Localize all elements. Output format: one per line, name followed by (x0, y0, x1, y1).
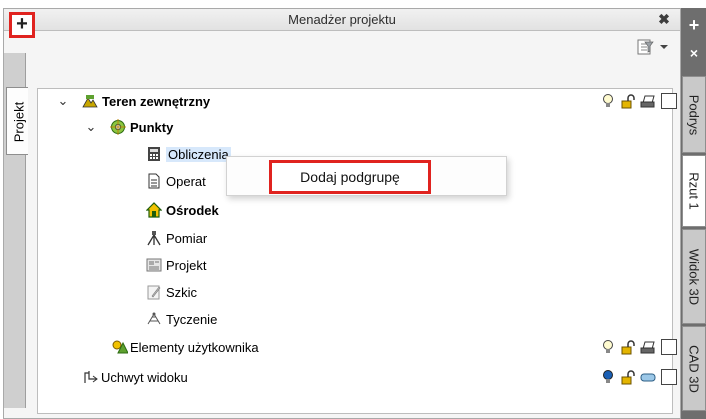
sketch-icon (146, 284, 162, 300)
visibility-checkbox[interactable] (661, 369, 677, 385)
chevron-down-icon[interactable]: ⌄ (84, 120, 98, 134)
tree-label: Obliczenia (166, 146, 231, 162)
view-handle-icon (83, 369, 99, 385)
unlock-icon[interactable] (620, 339, 636, 355)
visibility-checkbox[interactable] (661, 93, 677, 109)
document-icon (146, 173, 162, 189)
calculator-icon (146, 146, 162, 162)
tree-label: Szkic (166, 284, 198, 300)
tab-projekt[interactable]: Projekt (6, 87, 28, 155)
project-tree: ⌄ Teren zewnętrzny ⌄ Punkty Obliczenia O… (37, 88, 677, 414)
row-controls (600, 366, 677, 388)
close-icon[interactable]: × (684, 43, 704, 63)
tab-projekt-label: Projekt (11, 101, 27, 143)
chevron-down-icon[interactable]: ⌄ (56, 94, 70, 108)
tree-label: Tyczenie (166, 311, 218, 327)
tab-label: Rzut 1 (686, 172, 702, 210)
title-bar[interactable]: |‹›| Menadżer projektu ✖ (4, 9, 680, 31)
tab-label: Widok 3D (686, 248, 702, 305)
bulb-on-icon[interactable] (600, 369, 616, 385)
tree-label: Elementy użytkownika (130, 339, 259, 355)
tree-node-operat[interactable]: Operat (146, 170, 206, 192)
user-elements-icon (112, 339, 128, 355)
tab-cad-3d[interactable]: CAD 3D (682, 326, 706, 411)
panel-title: Menadżer projektu (288, 12, 396, 27)
menu-item-add-subgroup[interactable]: Dodaj podgrupę (269, 160, 431, 194)
tree-label: Punkty (130, 119, 174, 135)
context-menu: Dodaj podgrupę (226, 156, 507, 196)
tab-label: Podrys (686, 94, 702, 135)
add-group-button[interactable]: + (9, 12, 35, 38)
tree-node-elementy[interactable]: Elementy użytkownika (112, 336, 259, 358)
tree-node-osrodek[interactable]: Ośrodek (146, 199, 219, 221)
tree-node-tyczenie[interactable]: Tyczenie (146, 308, 217, 330)
tripod-icon (146, 230, 162, 246)
tab-widok-3d[interactable]: Widok 3D (682, 229, 706, 324)
filter-dropdown-button[interactable] (636, 37, 672, 57)
tree-node-pomiar[interactable]: Pomiar (146, 227, 207, 249)
bulb-icon[interactable] (600, 93, 616, 109)
printer-icon[interactable] (640, 93, 656, 109)
tab-podrys[interactable]: Podrys (682, 76, 706, 153)
row-controls (600, 336, 677, 358)
plus-icon[interactable]: + (684, 15, 704, 35)
tree-node-obliczenia[interactable]: Obliczenia (146, 143, 231, 165)
row-controls (600, 90, 677, 112)
tree-label: Pomiar (166, 230, 208, 246)
home-icon (146, 202, 162, 218)
terrain-layer-icon (82, 93, 98, 109)
tree-node-projekt[interactable]: Projekt (146, 254, 206, 276)
visibility-checkbox[interactable] (661, 339, 677, 355)
tab-rzut-1[interactable]: Rzut 1 (682, 155, 706, 227)
eraser-icon[interactable] (640, 369, 656, 385)
toolbar (4, 32, 680, 60)
tree-label: Operat (166, 173, 206, 189)
tab-label: CAD 3D (686, 344, 702, 393)
project-icon (146, 257, 162, 273)
close-icon[interactable]: ✖ (657, 11, 671, 27)
tree-label: Ośrodek (166, 202, 219, 218)
tree-node-punkty[interactable]: ⌄ Punkty (84, 116, 173, 138)
printer-icon[interactable] (640, 339, 656, 355)
tree-node-teren[interactable]: ⌄ Teren zewnętrzny (56, 90, 211, 112)
tree-label: Uchwyt widoku (101, 369, 188, 385)
tree-label: Teren zewnętrzny (102, 93, 211, 109)
bulb-icon[interactable] (600, 339, 616, 355)
staking-out-icon (146, 311, 162, 327)
unlock-icon[interactable] (620, 369, 636, 385)
tree-node-szkic[interactable]: Szkic (146, 281, 197, 303)
tree-node-uchwyt[interactable]: Uchwyt widoku (83, 366, 188, 388)
survey-point-icon (110, 119, 126, 135)
unlock-icon[interactable] (620, 93, 636, 109)
tree-label: Projekt (166, 257, 207, 273)
